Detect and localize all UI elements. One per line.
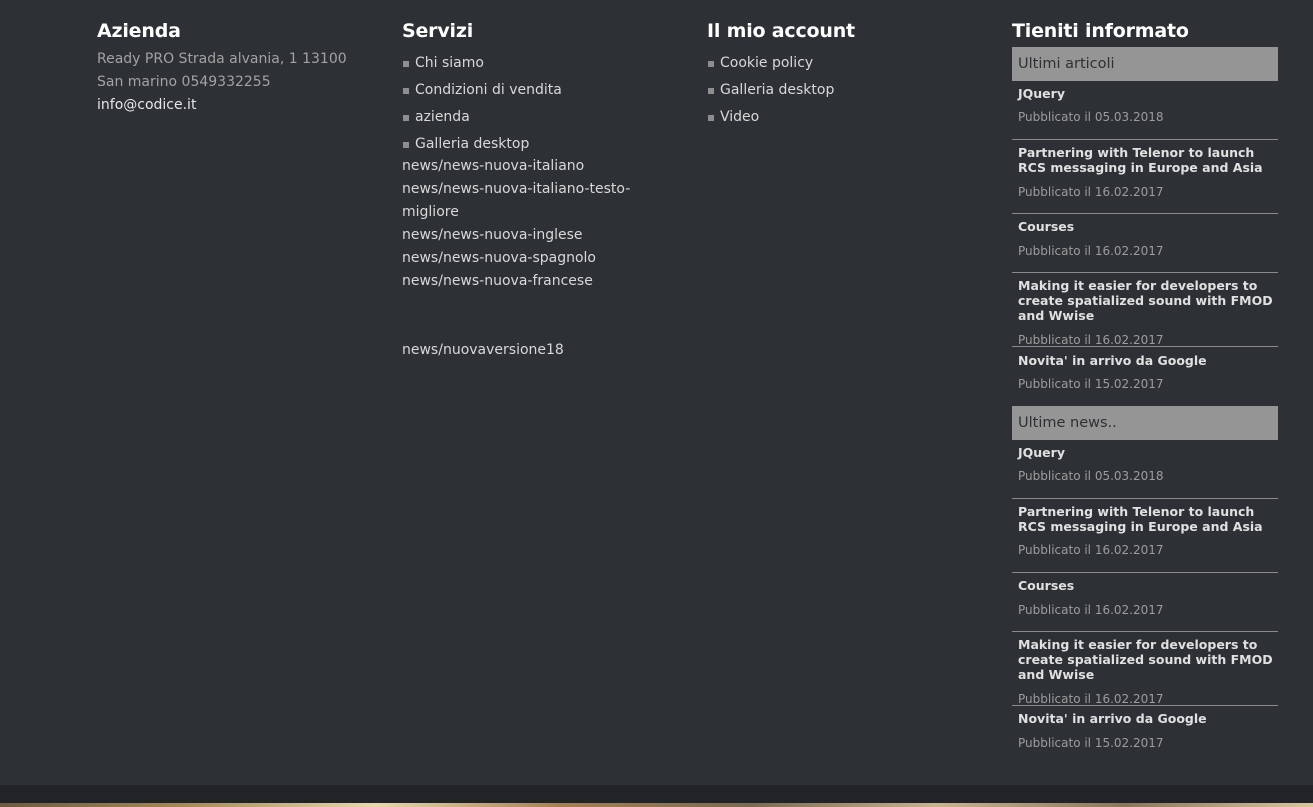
account-link-galleria-desktop[interactable]: Galleria desktop <box>707 77 834 104</box>
article-item[interactable]: JQuery Pubblicato il 05.03.2018 <box>1012 86 1278 125</box>
article-item[interactable]: JQuery Pubblicato il 05.03.2018 <box>1012 445 1278 484</box>
article-title[interactable]: Novita' in arrivo da Google <box>1018 353 1278 368</box>
article-item[interactable]: Novita' in arrivo da Google Pubblicato i… <box>1012 711 1278 751</box>
article-date: Pubblicato il 16.02.2017 <box>1018 543 1164 557</box>
news-heading: Tieniti informato <box>1012 20 1189 42</box>
article-title[interactable]: Courses <box>1018 578 1278 593</box>
article-date: Pubblicato il 16.02.2017 <box>1018 603 1164 617</box>
azienda-heading: Azienda <box>97 20 181 42</box>
article-date: Pubblicato il 05.03.2018 <box>1018 110 1164 124</box>
news-link[interactable]: news/news-nuova-inglese <box>402 224 642 247</box>
servizi-heading: Servizi <box>402 20 474 42</box>
article-item[interactable]: Courses Pubblicato il 16.02.2017 <box>1012 219 1278 259</box>
article-item[interactable]: Partnering with Telenor to launch RCS me… <box>1012 504 1278 558</box>
divider <box>1012 272 1278 273</box>
account-link-video[interactable]: Video <box>707 104 834 131</box>
article-item[interactable]: Novita' in arrivo da Google Pubblicato i… <box>1012 353 1278 392</box>
ultime-news-header: Ultime news.. <box>1012 406 1278 440</box>
article-item[interactable]: Partnering with Telenor to launch RCS me… <box>1012 145 1278 200</box>
article-title[interactable]: Partnering with Telenor to launch RCS me… <box>1018 504 1278 534</box>
news-link[interactable]: news/news-nuova-spagnolo <box>402 247 642 270</box>
article-title[interactable]: Courses <box>1018 219 1278 234</box>
divider <box>1012 139 1278 140</box>
article-date: Pubblicato il 15.02.2017 <box>1018 377 1164 391</box>
article-title[interactable]: Partnering with Telenor to launch RCS me… <box>1018 145 1278 175</box>
divider <box>1012 346 1278 347</box>
news-link[interactable]: news/news-nuova-italiano <box>402 155 642 178</box>
divider <box>1012 572 1278 573</box>
servizi-link-galleria-desktop[interactable]: Galleria desktop <box>402 131 562 158</box>
article-title[interactable]: Making it easier for developers to creat… <box>1018 637 1278 682</box>
divider <box>1012 705 1278 706</box>
news-links-list: news/news-nuova-italiano news/news-nuova… <box>402 155 642 362</box>
news-link[interactable]: news/news-nuova-francese <box>402 270 642 293</box>
article-date: Pubblicato il 15.02.2017 <box>1018 736 1164 750</box>
account-heading: Il mio account <box>707 20 855 42</box>
azienda-address: Ready PRO Strada alvania, 1 13100 San ma… <box>97 51 347 90</box>
azienda-address-block: Ready PRO Strada alvania, 1 13100 San ma… <box>97 48 362 117</box>
servizi-link-condizioni-vendita[interactable]: Condizioni di vendita <box>402 77 562 104</box>
article-title[interactable]: JQuery <box>1018 445 1278 460</box>
article-date: Pubblicato il 16.02.2017 <box>1018 244 1164 258</box>
article-item[interactable]: Courses Pubblicato il 16.02.2017 <box>1012 578 1278 618</box>
divider <box>1012 213 1278 214</box>
article-item[interactable]: Making it easier for developers to creat… <box>1012 637 1278 707</box>
servizi-menu: Chi siamo Condizioni di vendita azienda … <box>402 50 562 158</box>
account-link-cookie-policy[interactable]: Cookie policy <box>707 50 834 77</box>
article-title[interactable]: Novita' in arrivo da Google <box>1018 711 1278 726</box>
servizi-link-azienda[interactable]: azienda <box>402 104 562 131</box>
divider <box>1012 631 1278 632</box>
bottom-image-strip <box>0 803 1313 807</box>
servizi-link-chi-siamo[interactable]: Chi siamo <box>402 50 562 77</box>
article-date: Pubblicato il 16.02.2017 <box>1018 185 1164 199</box>
news-link[interactable]: news/news-nuova-italiano-testo-migliore <box>402 178 642 224</box>
news-link[interactable]: news/nuovaversione18 <box>402 339 642 362</box>
article-date: Pubblicato il 05.03.2018 <box>1018 469 1164 483</box>
ultimi-articoli-header: Ultimi articoli <box>1012 47 1278 81</box>
article-title[interactable]: JQuery <box>1018 86 1278 101</box>
divider <box>1012 498 1278 499</box>
email-link[interactable]: info@codice.it <box>97 97 196 113</box>
article-item[interactable]: Making it easier for developers to creat… <box>1012 278 1278 348</box>
article-title[interactable]: Making it easier for developers to creat… <box>1018 278 1278 323</box>
account-menu: Cookie policy Galleria desktop Video <box>707 50 834 131</box>
